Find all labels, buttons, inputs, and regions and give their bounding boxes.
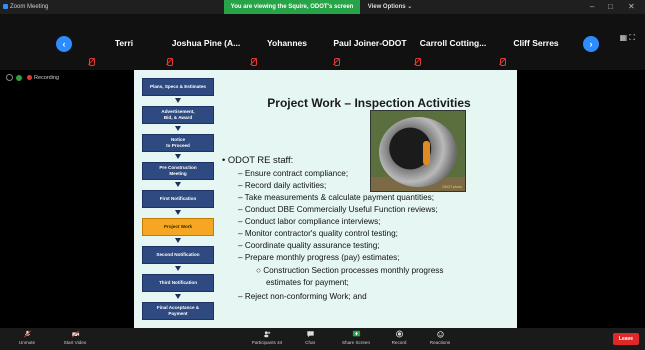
chat-bubble-icon	[306, 331, 314, 338]
reactions-button[interactable]: Reactions	[424, 330, 456, 345]
participants-icon	[263, 331, 270, 338]
start-video-button[interactable]: Start Video	[58, 330, 92, 345]
flowchart-step: Project Work	[142, 218, 214, 236]
participant-tile[interactable]: Yohannes	[262, 38, 312, 48]
title-bar: Zoom Meeting You are viewing the Squire,…	[0, 0, 645, 14]
reactions-smiley-icon	[436, 331, 444, 338]
record-icon	[395, 330, 403, 338]
flowchart-step: First Notification	[142, 190, 214, 208]
sub-list-item: ○ Construction Section processes monthly…	[256, 266, 444, 275]
list-item: – Monitor contractor's quality control t…	[238, 229, 398, 238]
view-options-button[interactable]: View Options ⌄	[360, 0, 420, 14]
list-item: – Prepare monthly progress (pay) estimat…	[238, 253, 400, 262]
chat-button[interactable]: Chat	[298, 330, 322, 345]
info-icon[interactable]	[6, 74, 13, 82]
participant-name: Carroll Cotting...	[419, 38, 487, 48]
participant-tile[interactable]: Carroll Cotting...	[416, 38, 490, 48]
flowchart-step: Second Notification	[142, 246, 214, 264]
participant-name: Yohannes	[267, 38, 307, 48]
muted-mic-icon	[250, 58, 257, 66]
zoom-logo-icon	[3, 4, 8, 9]
leave-button[interactable]: Leave	[613, 333, 639, 345]
flowchart-step: Plans, Specs & Estimates	[142, 78, 214, 96]
participant-name: Paul Joiner-ODOT	[333, 38, 407, 48]
recording-label: Recording	[34, 75, 60, 81]
participant-name: Cliff Serres	[513, 38, 559, 48]
list-item: – Conduct DBE Commercially Useful Functi…	[238, 205, 438, 214]
flowchart-arrow-icon	[175, 238, 181, 243]
bullet-heading: • ODOT RE staff:	[222, 154, 294, 165]
shared-slide: Plans, Specs & Estimates Advertisement, B…	[134, 70, 517, 328]
participant-tile[interactable]: Cliff Serres	[508, 38, 564, 48]
list-item: – Record daily activities;	[238, 181, 327, 190]
muted-microphone-icon	[23, 330, 31, 338]
chat-label: Chat	[305, 340, 315, 345]
flowchart-arrow-icon	[175, 182, 181, 187]
flowchart-step: Notice to Proceed	[142, 134, 214, 152]
video-off-icon	[71, 330, 79, 338]
participant-tile[interactable]: Terri	[108, 38, 140, 48]
share-screen-button[interactable]: Share Screen	[338, 330, 374, 345]
start-video-label: Start Video	[63, 340, 87, 345]
sub-list-item-continued: estimates for payment;	[266, 278, 349, 287]
flowchart-arrow-icon	[175, 266, 181, 271]
unmute-label: Unmute	[18, 340, 36, 345]
record-dot-icon	[27, 75, 32, 81]
list-item: – Coordinate quality assurance testing;	[238, 241, 380, 250]
record-label: Record	[391, 340, 407, 345]
participant-strip: ‹ Terri Joshua Pine (A... Yohannes Paul …	[0, 14, 645, 70]
minimize-icon[interactable]: –	[590, 2, 594, 11]
screen-share-banner: You are viewing the Squire, ODOT's scree…	[224, 0, 360, 14]
zoom-window: Zoom Meeting You are viewing the Squire,…	[0, 0, 645, 350]
muted-mic-icon	[88, 58, 95, 66]
unmute-button[interactable]: Unmute	[12, 330, 42, 345]
muted-mic-icon	[333, 58, 340, 66]
recording-indicator: Recording	[6, 73, 59, 84]
window-title: Zoom Meeting	[10, 4, 49, 10]
next-page-icon[interactable]: ›	[583, 36, 599, 52]
participant-name: Joshua Pine (A...	[171, 38, 241, 48]
gallery-view-icon[interactable]: ▦ ⛶	[620, 33, 635, 43]
security-shield-icon[interactable]	[16, 74, 22, 81]
maximize-icon[interactable]: □	[608, 2, 613, 11]
muted-mic-icon	[414, 58, 421, 66]
participant-name: Terri	[114, 38, 134, 48]
participants-label: Participants	[251, 340, 276, 345]
flowchart-arrow-icon	[175, 126, 181, 131]
participants-button[interactable]: Participants 44	[250, 330, 284, 345]
flowchart-arrow-icon	[175, 98, 181, 103]
close-icon[interactable]: ✕	[628, 2, 635, 11]
flowchart-step: Pre Construction Meeting	[142, 162, 214, 180]
list-item: – Ensure contract compliance;	[238, 169, 349, 178]
flowchart-arrow-icon	[175, 210, 181, 215]
muted-mic-icon	[499, 58, 506, 66]
slide-title: Project Work – Inspection Activities	[267, 96, 471, 110]
flowchart-step: Advertisement, Bid, & Award	[142, 106, 214, 124]
list-item: – Take measurements & calculate payment …	[238, 193, 434, 202]
participants-count: 44	[277, 340, 283, 345]
flowchart-step: Third Notification	[142, 274, 214, 292]
previous-page-icon[interactable]: ‹	[56, 36, 72, 52]
participant-tile[interactable]: Paul Joiner-ODOT	[330, 38, 410, 48]
muted-mic-icon	[166, 58, 173, 66]
flowchart-step: Final Acceptance & Payment	[142, 302, 214, 320]
participant-tile[interactable]: Joshua Pine (A...	[166, 38, 246, 48]
list-item: – Conduct labor compliance interviews;	[238, 217, 381, 226]
share-screen-icon	[352, 330, 360, 337]
flowchart-arrow-icon	[175, 154, 181, 159]
meeting-toolbar: Unmute Start Video Participants 44 Chat …	[0, 328, 645, 350]
photo-credit: ODOT photo	[442, 185, 462, 189]
flowchart-arrow-icon	[175, 294, 181, 299]
reactions-label: Reactions	[429, 340, 451, 345]
culvert-pipe-photo: ODOT photo	[370, 110, 466, 192]
share-screen-label: Share Screen	[341, 340, 371, 345]
list-item: – Reject non-conforming Work; and	[238, 292, 367, 301]
record-button[interactable]: Record	[386, 330, 412, 345]
